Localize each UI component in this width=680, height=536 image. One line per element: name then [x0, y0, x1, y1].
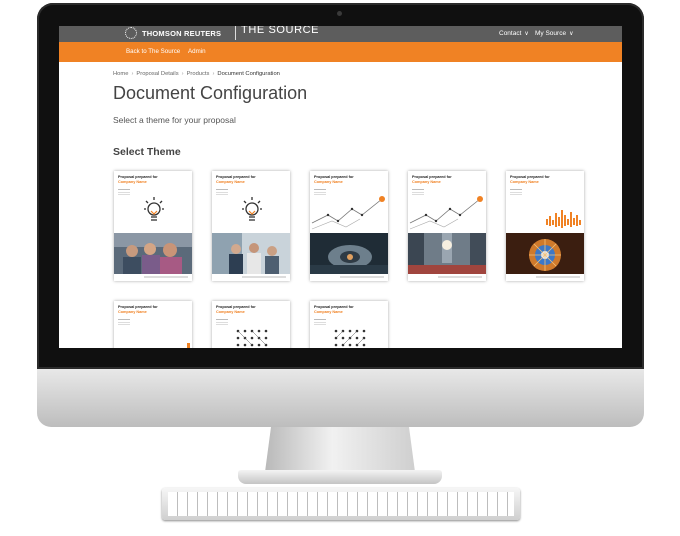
machine-photo: [310, 233, 388, 274]
card-footer: [144, 276, 188, 278]
admin-link[interactable]: Admin: [188, 48, 206, 55]
breadcrumb-separator: ›: [131, 71, 134, 77]
nav-bar: Back to The Source Admin: [59, 42, 622, 62]
page-subtitle: Select a theme for your proposal: [113, 115, 236, 125]
imac-computer: THOMSON REUTERS THE SOURCE Contact ∨ My S…: [37, 3, 644, 427]
prepared-for-label: Proposal prepared for: [314, 305, 354, 309]
my-source-label: My Source: [535, 30, 567, 37]
monitor-stand-base: [238, 470, 442, 484]
company-name-label: Company Name: [216, 180, 245, 184]
my-source-menu[interactable]: My Source ∨: [535, 30, 573, 37]
chevron-down-icon: ∨: [569, 31, 574, 37]
prepared-for-label: Proposal prepared for: [118, 175, 158, 179]
product-name[interactable]: THE SOURCE: [241, 26, 319, 36]
dot-grid-icon: [236, 329, 268, 347]
text-lines: [216, 187, 228, 197]
logo-divider: [235, 26, 236, 40]
dot-grid-icon: [334, 329, 366, 347]
theme-card-6[interactable]: Proposal prepared for Company Name: [114, 301, 192, 348]
back-to-source-link[interactable]: Back to The Source: [126, 48, 180, 55]
theme-card-4[interactable]: Proposal prepared for Company Name: [408, 171, 486, 281]
prepared-for-label: Proposal prepared for: [314, 175, 354, 179]
contact-label: Contact: [499, 30, 522, 37]
street-photo: [408, 233, 486, 274]
dome-photo: [506, 233, 584, 274]
card-footer: [536, 276, 580, 278]
breadcrumb-home[interactable]: Home: [113, 71, 128, 77]
theme-card-3[interactable]: Proposal prepared for Company Name: [310, 171, 388, 281]
keyboard: [162, 488, 520, 520]
company-name-label: Company Name: [510, 180, 539, 184]
bulb-icon: [242, 197, 262, 221]
card-footer: [340, 276, 384, 278]
prepared-for-label: Proposal prepared for: [118, 305, 158, 309]
contact-menu[interactable]: Contact ∨: [499, 30, 529, 37]
theme-card-5[interactable]: Proposal prepared for Company Name: [506, 171, 584, 281]
camera-icon: [337, 11, 342, 16]
theme-card-8[interactable]: Proposal prepared for Company Name: [310, 301, 388, 348]
line-graph-icon: [311, 196, 385, 230]
theme-card-1[interactable]: Proposal prepared for Company Name: [114, 171, 192, 281]
theme-card-2[interactable]: Proposal prepared for Company Name: [212, 171, 290, 281]
breadcrumb-separator: ›: [212, 71, 215, 77]
line-graph-icon: [409, 196, 483, 230]
people-photo: [114, 233, 192, 274]
company-name-label: Company Name: [412, 180, 441, 184]
screen: THOMSON REUTERS THE SOURCE Contact ∨ My S…: [59, 26, 622, 348]
keyboard-keys: [168, 492, 514, 516]
breadcrumb-proposal-details[interactable]: Proposal Details: [136, 71, 178, 77]
company-name-label: Company Name: [118, 180, 147, 184]
thomson-reuters-logo-icon: [125, 27, 137, 39]
text-lines: [118, 317, 130, 327]
brand-logo-text[interactable]: THOMSON REUTERS: [142, 29, 221, 38]
chevron-down-icon: ∨: [524, 31, 529, 37]
card-footer: [438, 276, 482, 278]
bulb-icon: [144, 197, 164, 221]
breadcrumb-separator: ›: [181, 71, 184, 77]
monitor-stand: [265, 427, 415, 472]
monitor-bezel: THOMSON REUTERS THE SOURCE Contact ∨ My S…: [37, 3, 644, 369]
top-bar: THOMSON REUTERS THE SOURCE Contact ∨ My S…: [59, 26, 622, 42]
text-lines: [314, 317, 326, 327]
meeting-photo: [212, 233, 290, 274]
section-heading: Select Theme: [113, 146, 181, 158]
breadcrumb-current: Document Configuration: [217, 71, 280, 77]
text-lines: [510, 187, 522, 197]
page-title: Document Configuration: [113, 83, 308, 103]
company-name-label: Company Name: [216, 310, 245, 314]
prepared-for-label: Proposal prepared for: [510, 175, 550, 179]
monitor-chin: [37, 369, 644, 427]
prepared-for-label: Proposal prepared for: [216, 175, 256, 179]
breadcrumb: Home › Proposal Details › Products › Document …: [113, 71, 280, 77]
card-footer: [242, 276, 286, 278]
theme-card-7[interactable]: Proposal prepared for Company Name: [212, 301, 290, 348]
waveform-icon: [546, 210, 581, 228]
company-name-label: Company Name: [118, 310, 147, 314]
company-name-label: Company Name: [314, 310, 343, 314]
prepared-for-label: Proposal prepared for: [216, 305, 256, 309]
text-lines: [216, 317, 228, 327]
breadcrumb-products[interactable]: Products: [187, 71, 210, 77]
accent-mark: [187, 343, 190, 348]
prepared-for-label: Proposal prepared for: [412, 175, 452, 179]
text-lines: [118, 187, 130, 197]
company-name-label: Company Name: [314, 180, 343, 184]
